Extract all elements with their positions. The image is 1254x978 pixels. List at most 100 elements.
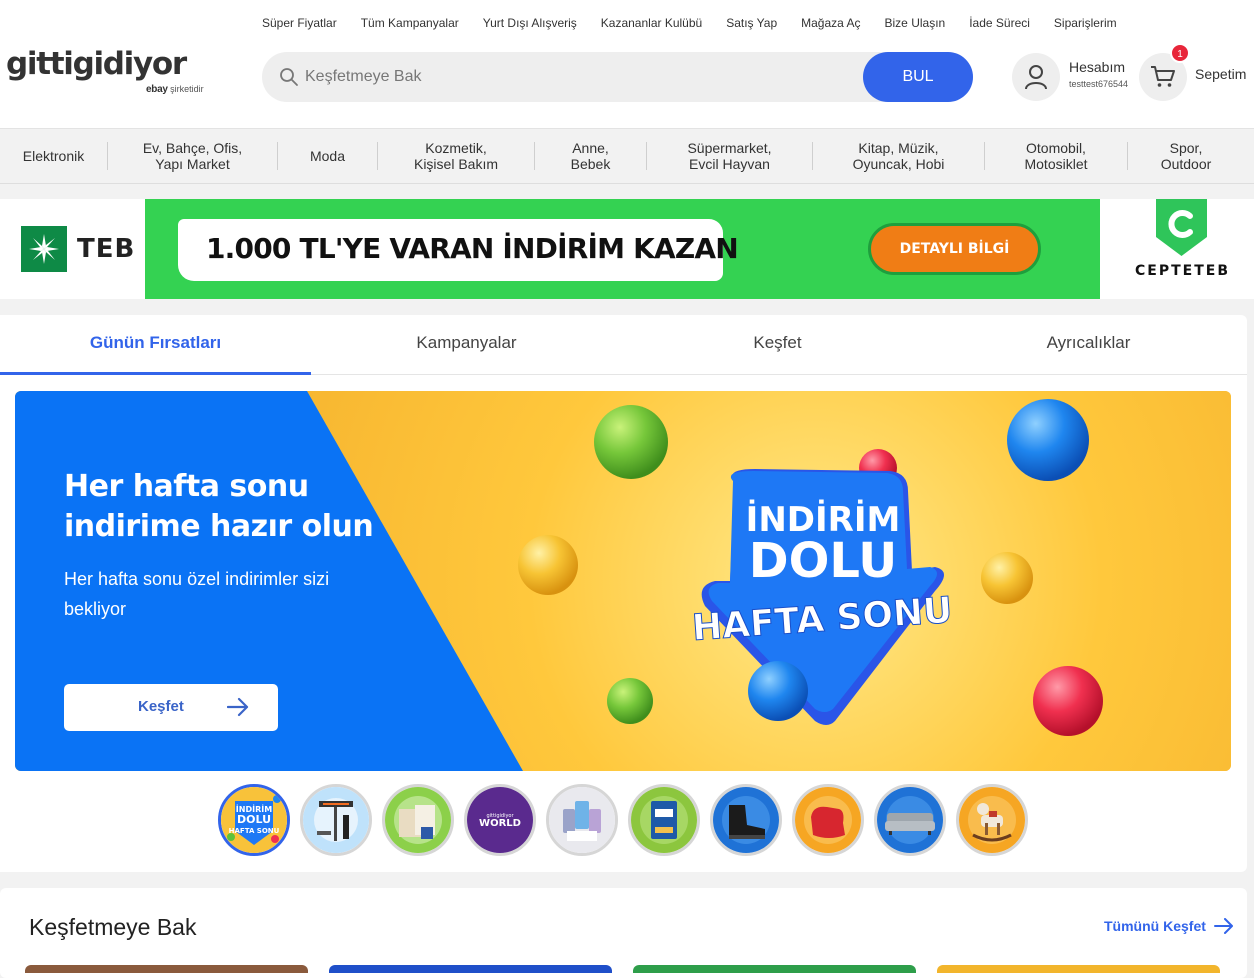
category-line1: Süpermarket, <box>687 140 772 156</box>
category-ev-bahce[interactable]: Ev, Bahçe, Ofis, Yapı Market <box>108 140 277 172</box>
category-supermarket[interactable]: Süpermarket, Evcil Hayvan <box>647 140 812 172</box>
cart-count-badge: 1 <box>1170 43 1190 63</box>
search-bar: BUL <box>262 52 973 102</box>
rocking-horse-thumb-art <box>959 787 1025 853</box>
top-link-satis-yap[interactable]: Satış Yap <box>714 15 789 31</box>
category-line1: Kitap, Müzik, <box>858 140 939 156</box>
site-header: Süper Fiyatlar Tüm Kampanyalar Yurt Dışı… <box>0 0 1254 128</box>
category-nav: Elektronik Ev, Bahçe, Ofis, Yapı Market M… <box>0 128 1254 184</box>
teb-logo: TEB <box>21 226 135 272</box>
category-line1: Moda <box>309 148 346 164</box>
top-link-siparislerim[interactable]: Siparişlerim <box>1042 15 1129 31</box>
top-link-bize-ulasin[interactable]: Bize Ulaşın <box>873 15 958 31</box>
ebay-mark: ebay <box>146 84 168 95</box>
ad-detail-button[interactable]: DETAYLI BİLGİ <box>868 223 1041 275</box>
top-link-tum-kampanyalar[interactable]: Tüm Kampanyalar <box>349 15 471 31</box>
search-input[interactable] <box>305 52 855 102</box>
discover-card[interactable] <box>329 965 612 973</box>
category-line1: Otomobil, <box>1026 140 1086 156</box>
category-anne-bebek[interactable]: Anne, Bebek <box>535 140 646 172</box>
site-logo[interactable]: gittigidiyor ebay şirketidir <box>6 46 204 95</box>
category-line1: Spor, <box>1169 140 1203 156</box>
carousel-thumbnails: İNDİRİM DOLU HAFTA SONU gittigidiyor WORLD <box>218 784 1028 856</box>
logo-tagline: ebay şirketidir <box>146 84 204 95</box>
indirim-thumb-art: İNDİRİMDOLUHAFTA SONU <box>221 787 287 853</box>
logo-wordmark: gittigidiyor <box>6 46 187 82</box>
top-links: Süper Fiyatlar Tüm Kampanyalar Yurt Dışı… <box>250 15 1129 31</box>
cart-button[interactable]: 1 Sepetim <box>1139 43 1254 102</box>
arrow-right-icon <box>227 697 249 717</box>
bean-bag-thumb[interactable] <box>792 784 864 856</box>
discover-card[interactable] <box>633 965 916 973</box>
cepteteb-wordmark: CEPTETEB <box>1135 263 1230 279</box>
tab-kesfet[interactable]: Keşfet <box>622 315 933 374</box>
formula-thumb-art <box>631 787 697 853</box>
baby-formula-thumb[interactable] <box>628 784 700 856</box>
hero-title: Her hafta sonu indirime hazır olun <box>64 469 374 544</box>
teb-star-icon <box>21 226 67 272</box>
heater-thumb-art <box>303 787 369 853</box>
teb-ad-creative: 1.000 TL'YE VARAN İNDİRİM KAZAN DETAYLI … <box>145 199 1100 299</box>
world-card-thumb[interactable]: gittigidiyor WORLD <box>464 784 536 856</box>
discover-all-link[interactable]: Tümünü Keşfet <box>1104 918 1234 934</box>
top-link-super-fiyatlar[interactable]: Süper Fiyatlar <box>250 15 349 31</box>
heater-thumb[interactable] <box>300 784 372 856</box>
hero-discover-label: Keşfet <box>138 698 184 715</box>
discover-cards-preview <box>25 965 1220 973</box>
discover-card[interactable] <box>937 965 1220 973</box>
category-line2: Oyuncak, Hobi <box>852 156 945 172</box>
category-elektronik[interactable]: Elektronik <box>0 148 107 164</box>
account-menu[interactable]: Hesabım testtest676544 <box>1012 52 1137 102</box>
search-button[interactable]: BUL <box>863 52 973 102</box>
top-link-kazananlar[interactable]: Kazananlar Kulübü <box>589 15 714 31</box>
category-line2: Motosiklet <box>1024 156 1088 172</box>
account-label: Hesabım <box>1069 59 1126 75</box>
insulation-tools-thumb[interactable] <box>382 784 454 856</box>
category-moda[interactable]: Moda <box>278 148 377 164</box>
category-line2: Evcil Hayvan <box>689 156 770 172</box>
top-link-iade[interactable]: İade Süreci <box>957 15 1042 31</box>
cepteteb-shield-icon <box>1156 199 1207 256</box>
category-spor[interactable]: Spor, Outdoor <box>1128 140 1244 172</box>
category-kozmetik[interactable]: Kozmetik, Kişisel Bakım <box>378 140 534 172</box>
account-username: testtest676544 <box>1069 79 1129 89</box>
category-otomobil[interactable]: Otomobil, Motosiklet <box>985 140 1127 172</box>
hero-discover-button[interactable]: Keşfet <box>64 684 278 731</box>
top-link-yurt-disi[interactable]: Yurt Dışı Alışveriş <box>471 15 589 31</box>
discover-all-label: Tümünü Keşfet <box>1104 918 1206 934</box>
indirim-dolu-hafta-sonu-thumb[interactable]: İNDİRİM DOLU HAFTA SONU <box>218 784 290 856</box>
cart-label: Sepetim <box>1195 66 1247 82</box>
tab-kampanyalar[interactable]: Kampanyalar <box>311 315 622 374</box>
world-thumb-art: gittigidiyorWORLD <box>467 787 533 853</box>
discover-card[interactable] <box>25 965 308 973</box>
insulation-thumb-art <box>385 787 451 853</box>
beanbag-thumb-art <box>795 787 861 853</box>
category-line2: Outdoor <box>1160 156 1212 172</box>
deals-tabs: Günün Fırsatları Kampanyalar Keşfet Ayrı… <box>0 315 1247 375</box>
discover-section: Keşfetmeye Bak Tümünü Keşfet <box>0 888 1247 978</box>
category-kitap[interactable]: Kitap, Müzik, Oyuncak, Hobi <box>813 140 984 172</box>
arrow-right-icon <box>1213 918 1233 934</box>
phones-thumb[interactable] <box>546 784 618 856</box>
thumb-text-line2: DOLU <box>237 813 271 826</box>
sofa-thumb[interactable] <box>874 784 946 856</box>
deals-card: Günün Fırsatları Kampanyalar Keşfet Ayrı… <box>0 315 1247 872</box>
category-line2: Kişisel Bakım <box>413 156 499 172</box>
hero-badge-line2: DOLU <box>749 533 898 589</box>
category-line1: Anne, <box>572 140 609 156</box>
ad-headline: 1.000 TL'YE VARAN İNDİRİM KAZAN <box>206 232 739 265</box>
category-line1: Ev, Bahçe, Ofis, <box>142 140 243 156</box>
teb-ad-banner[interactable]: TEB 1.000 TL'YE VARAN İNDİRİM KAZAN DETA… <box>0 199 1254 299</box>
logo-tagline-text: şirketidir <box>170 84 204 94</box>
tab-gunun-firsatlari[interactable]: Günün Fırsatları <box>0 315 311 375</box>
category-line2: Yapı Market <box>155 156 230 172</box>
hero-banner[interactable]: İNDİRİM DOLU HAFTA SONU Her hafta sonu i… <box>15 391 1231 771</box>
rocking-horse-thumb[interactable] <box>956 784 1028 856</box>
hero-subtitle: Her hafta sonu özel indirimler sizi bekl… <box>64 569 330 619</box>
top-link-magaza-ac[interactable]: Mağaza Aç <box>789 15 872 31</box>
tab-ayricaliklar[interactable]: Ayrıcalıklar <box>933 315 1244 374</box>
discover-section-title: Keşfetmeye Bak <box>29 914 197 940</box>
category-line1: Elektronik <box>22 148 85 164</box>
boots-thumb-art <box>713 787 779 853</box>
boots-thumb[interactable] <box>710 784 782 856</box>
